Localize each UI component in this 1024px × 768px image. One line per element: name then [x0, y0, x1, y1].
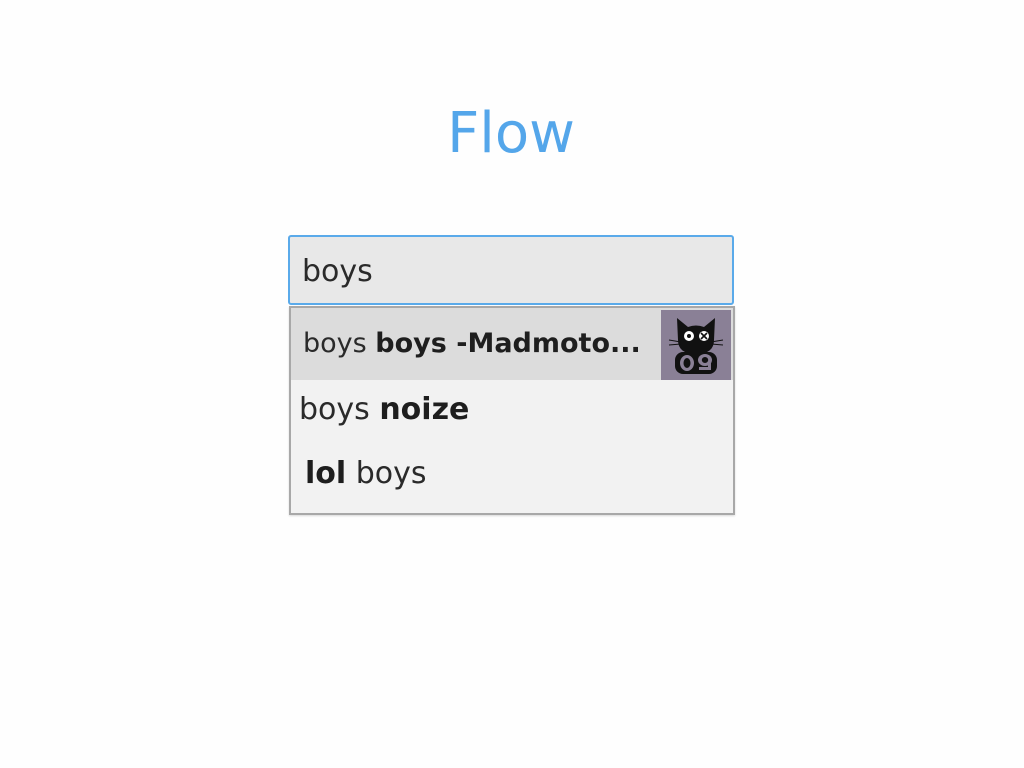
suggestion-text: boys boys -Madmoto... [303, 308, 653, 380]
page: Flow boys boys -Madmoto... [0, 0, 1024, 768]
suggestion-prefix: boys [299, 392, 370, 427]
suggestion-item-1[interactable]: boys boys -Madmoto... [291, 308, 733, 380]
suggestion-item-2[interactable]: boys noize [291, 388, 733, 432]
search-box[interactable] [288, 235, 734, 305]
black-cat-09-icon [661, 310, 731, 380]
album-thumbnail [661, 310, 731, 380]
suggestion-match: noize [379, 392, 470, 427]
suggestion-suffix: boys [355, 456, 427, 491]
suggestions-dropdown: boys boys -Madmoto... boys noize lol boy… [289, 306, 735, 515]
app-title: Flow [447, 101, 575, 166]
suggestion-item-3[interactable]: lol boys [291, 452, 733, 496]
suggestion-match: boys -Madmoto... [375, 328, 641, 359]
search-input[interactable] [302, 237, 722, 305]
suggestion-prefix: boys [303, 328, 367, 359]
suggestion-match: lol [305, 456, 347, 491]
